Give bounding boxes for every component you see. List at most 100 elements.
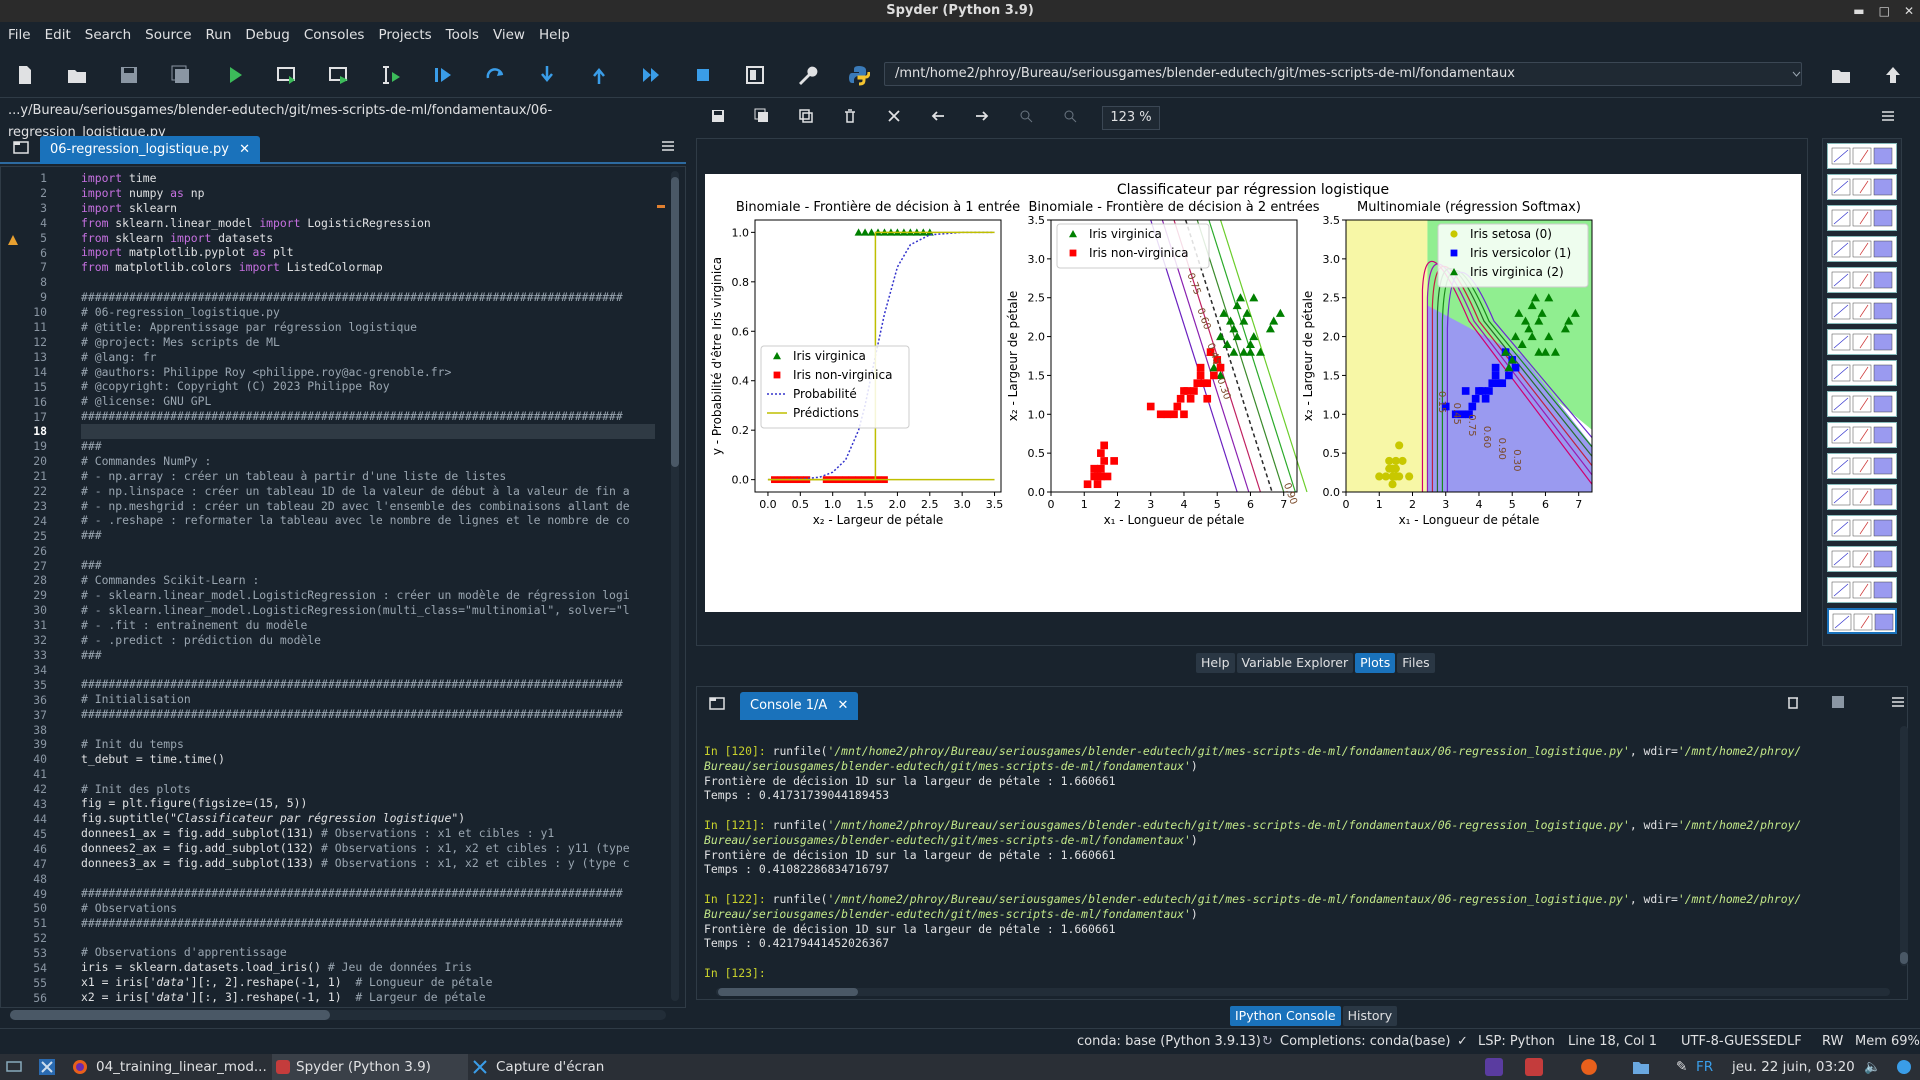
plot-thumbnail[interactable] — [1827, 577, 1897, 603]
tab-ipython-console[interactable]: IPython Console — [1230, 1006, 1341, 1026]
menu-consoles[interactable]: Consoles — [304, 27, 365, 43]
plot-thumbnail[interactable] — [1827, 391, 1897, 417]
run-cell-advance-icon[interactable] — [324, 60, 354, 90]
plot-thumbnail[interactable] — [1827, 143, 1897, 169]
maximize-pane-icon[interactable] — [740, 60, 770, 90]
code-line[interactable] — [81, 871, 655, 886]
next-plot-icon[interactable] — [974, 108, 990, 128]
code-line[interactable]: ########################################… — [81, 409, 655, 424]
code-line[interactable]: # @authors: Philippe Roy <philippe.roy@a… — [81, 365, 655, 380]
plot-thumbnail[interactable] — [1827, 329, 1897, 355]
code-area[interactable]: import time import numpy as np import skle… — [81, 171, 655, 1005]
plot-scrollbar[interactable] — [1810, 140, 1818, 640]
code-line[interactable] — [81, 543, 655, 558]
zoom-level-field[interactable]: 123 % — [1102, 106, 1160, 130]
menu-edit[interactable]: Edit — [45, 27, 71, 43]
editor-options-icon[interactable] — [660, 138, 676, 154]
run-icon[interactable] — [220, 60, 250, 90]
tab-files[interactable]: Files — [1397, 653, 1435, 673]
status-completions[interactable]: Completions: conda(base) — [1280, 1029, 1450, 1055]
code-line[interactable]: donnees2_ax = fig.add_subplot(132) # Obs… — [81, 841, 655, 856]
code-line[interactable]: iris = sklearn.datasets.load_iris() # Je… — [81, 960, 655, 975]
plot-thumbnail[interactable] — [1827, 546, 1897, 572]
code-line[interactable]: # - np.linspace : créer un tableau 1D de… — [81, 484, 655, 499]
step-icon[interactable] — [480, 60, 510, 90]
chevron-down-icon[interactable] — [1791, 62, 1802, 86]
taskbar-item-spyder[interactable]: Spyder (Python 3.9) — [296, 1054, 431, 1080]
close-tab-icon[interactable]: ✕ — [239, 142, 250, 157]
code-line[interactable]: # - sklearn.linear_model.LogisticRegress… — [81, 588, 655, 603]
copy-plot-icon[interactable] — [798, 108, 814, 128]
code-line[interactable]: import time — [81, 171, 655, 186]
code-line[interactable] — [81, 722, 655, 737]
step-return-icon[interactable] — [584, 60, 614, 90]
taskbar-clock[interactable]: jeu. 22 juin, 03:20 — [1732, 1054, 1855, 1080]
code-line[interactable]: # @lang: fr — [81, 350, 655, 365]
browse-consoles-icon[interactable] — [708, 694, 726, 712]
code-line[interactable]: ### — [81, 528, 655, 543]
new-file-icon[interactable] — [10, 60, 40, 90]
code-line[interactable]: donnees1_ax = fig.add_subplot(131) # Obs… — [81, 826, 655, 841]
zoom-in-icon[interactable] — [1018, 108, 1034, 128]
close-icon[interactable]: ✕ — [1904, 0, 1914, 22]
plot-thumbnail[interactable] — [1827, 174, 1897, 200]
open-file-icon[interactable] — [62, 60, 92, 90]
taskbar-item-screenshot[interactable]: Capture d'écran — [496, 1054, 604, 1080]
status-conda[interactable]: conda: base (Python 3.9.13) — [1077, 1029, 1261, 1055]
plot-thumbnail[interactable] — [1827, 205, 1897, 231]
maximize-icon[interactable]: □ — [1879, 0, 1890, 22]
run-selection-icon[interactable] — [376, 60, 406, 90]
debug-icon[interactable] — [428, 60, 458, 90]
parent-directory-icon[interactable] — [1878, 60, 1908, 90]
keyboard-layout[interactable]: FR — [1696, 1054, 1713, 1080]
console-vscroll-thumb[interactable] — [1900, 952, 1908, 964]
plot-thumbnail[interactable] — [1827, 298, 1897, 324]
editor-horizontal-scrollbar[interactable] — [10, 1010, 666, 1020]
stop-debug-icon[interactable] — [688, 60, 718, 90]
plot-thumbnail[interactable] — [1827, 360, 1897, 386]
code-line[interactable]: # 06-regression_logistique.py — [81, 305, 655, 320]
code-line[interactable]: # - .fit : entraînement du modèle — [81, 618, 655, 633]
tab-history[interactable]: History — [1342, 1006, 1398, 1026]
tab-help[interactable]: Help — [1196, 653, 1235, 673]
zoom-out-icon[interactable] — [1062, 108, 1078, 128]
editor-vertical-scrollbar[interactable] — [671, 171, 679, 1001]
volume-icon[interactable]: 🔈 — [1864, 1054, 1881, 1080]
code-line[interactable]: import sklearn — [81, 201, 655, 216]
code-line[interactable]: # - sklearn.linear_model.LogisticRegress… — [81, 603, 655, 618]
code-line[interactable]: # Initialisation — [81, 692, 655, 707]
tray-edit-icon[interactable]: ✎ — [1676, 1054, 1687, 1080]
menu-source[interactable]: Source — [145, 27, 191, 43]
save-icon[interactable] — [114, 60, 144, 90]
tray-files-icon[interactable] — [1632, 1054, 1650, 1080]
code-line[interactable]: ########################################… — [81, 290, 655, 305]
code-line[interactable] — [81, 930, 655, 945]
editor-scroll-thumb[interactable] — [671, 177, 679, 467]
menu-search[interactable]: Search — [85, 27, 131, 43]
code-line[interactable] — [81, 767, 655, 782]
code-line[interactable]: # @license: GNU GPL — [81, 394, 655, 409]
menu-view[interactable]: View — [493, 27, 525, 43]
network-icon[interactable] — [1896, 1054, 1912, 1080]
save-plot-icon[interactable] — [710, 108, 726, 128]
code-line[interactable]: ########################################… — [81, 677, 655, 692]
code-line[interactable]: import matplotlib.pyplot as plt — [81, 245, 655, 260]
code-line[interactable]: x1 = iris['data'][:, 2].reshape(-1, 1) #… — [81, 975, 655, 990]
working-directory-input[interactable]: /mnt/home2/phroy/Bureau/seriousgames/ble… — [884, 62, 1802, 86]
code-line[interactable]: from matplotlib.colors import ListedColo… — [81, 260, 655, 275]
code-line[interactable]: # Observations — [81, 901, 655, 916]
code-line[interactable]: # Commandes NumPy : — [81, 454, 655, 469]
console-tab-active[interactable]: Console 1/A ✕ — [740, 692, 859, 720]
plot-thumbnail[interactable] — [1827, 515, 1897, 541]
menu-tools[interactable]: Tools — [446, 27, 479, 43]
code-line[interactable]: ### — [81, 648, 655, 663]
run-cell-icon[interactable] — [272, 60, 302, 90]
clear-console-icon[interactable] — [1786, 694, 1800, 710]
close-tab-icon[interactable]: ✕ — [837, 698, 848, 713]
plot-thumbnail[interactable] — [1827, 422, 1897, 448]
editor-hscroll-thumb[interactable] — [10, 1010, 330, 1020]
preferences-wrench-icon[interactable] — [792, 60, 822, 90]
code-editor[interactable]: 1 2 3 4 5 6 7 8 9 10 11 12 13 14 15 16 17 18 19 20 21 22 23 24 2… — [0, 166, 686, 1008]
remove-all-plots-icon[interactable] — [886, 108, 902, 128]
plot-thumbnail[interactable] — [1827, 453, 1897, 479]
